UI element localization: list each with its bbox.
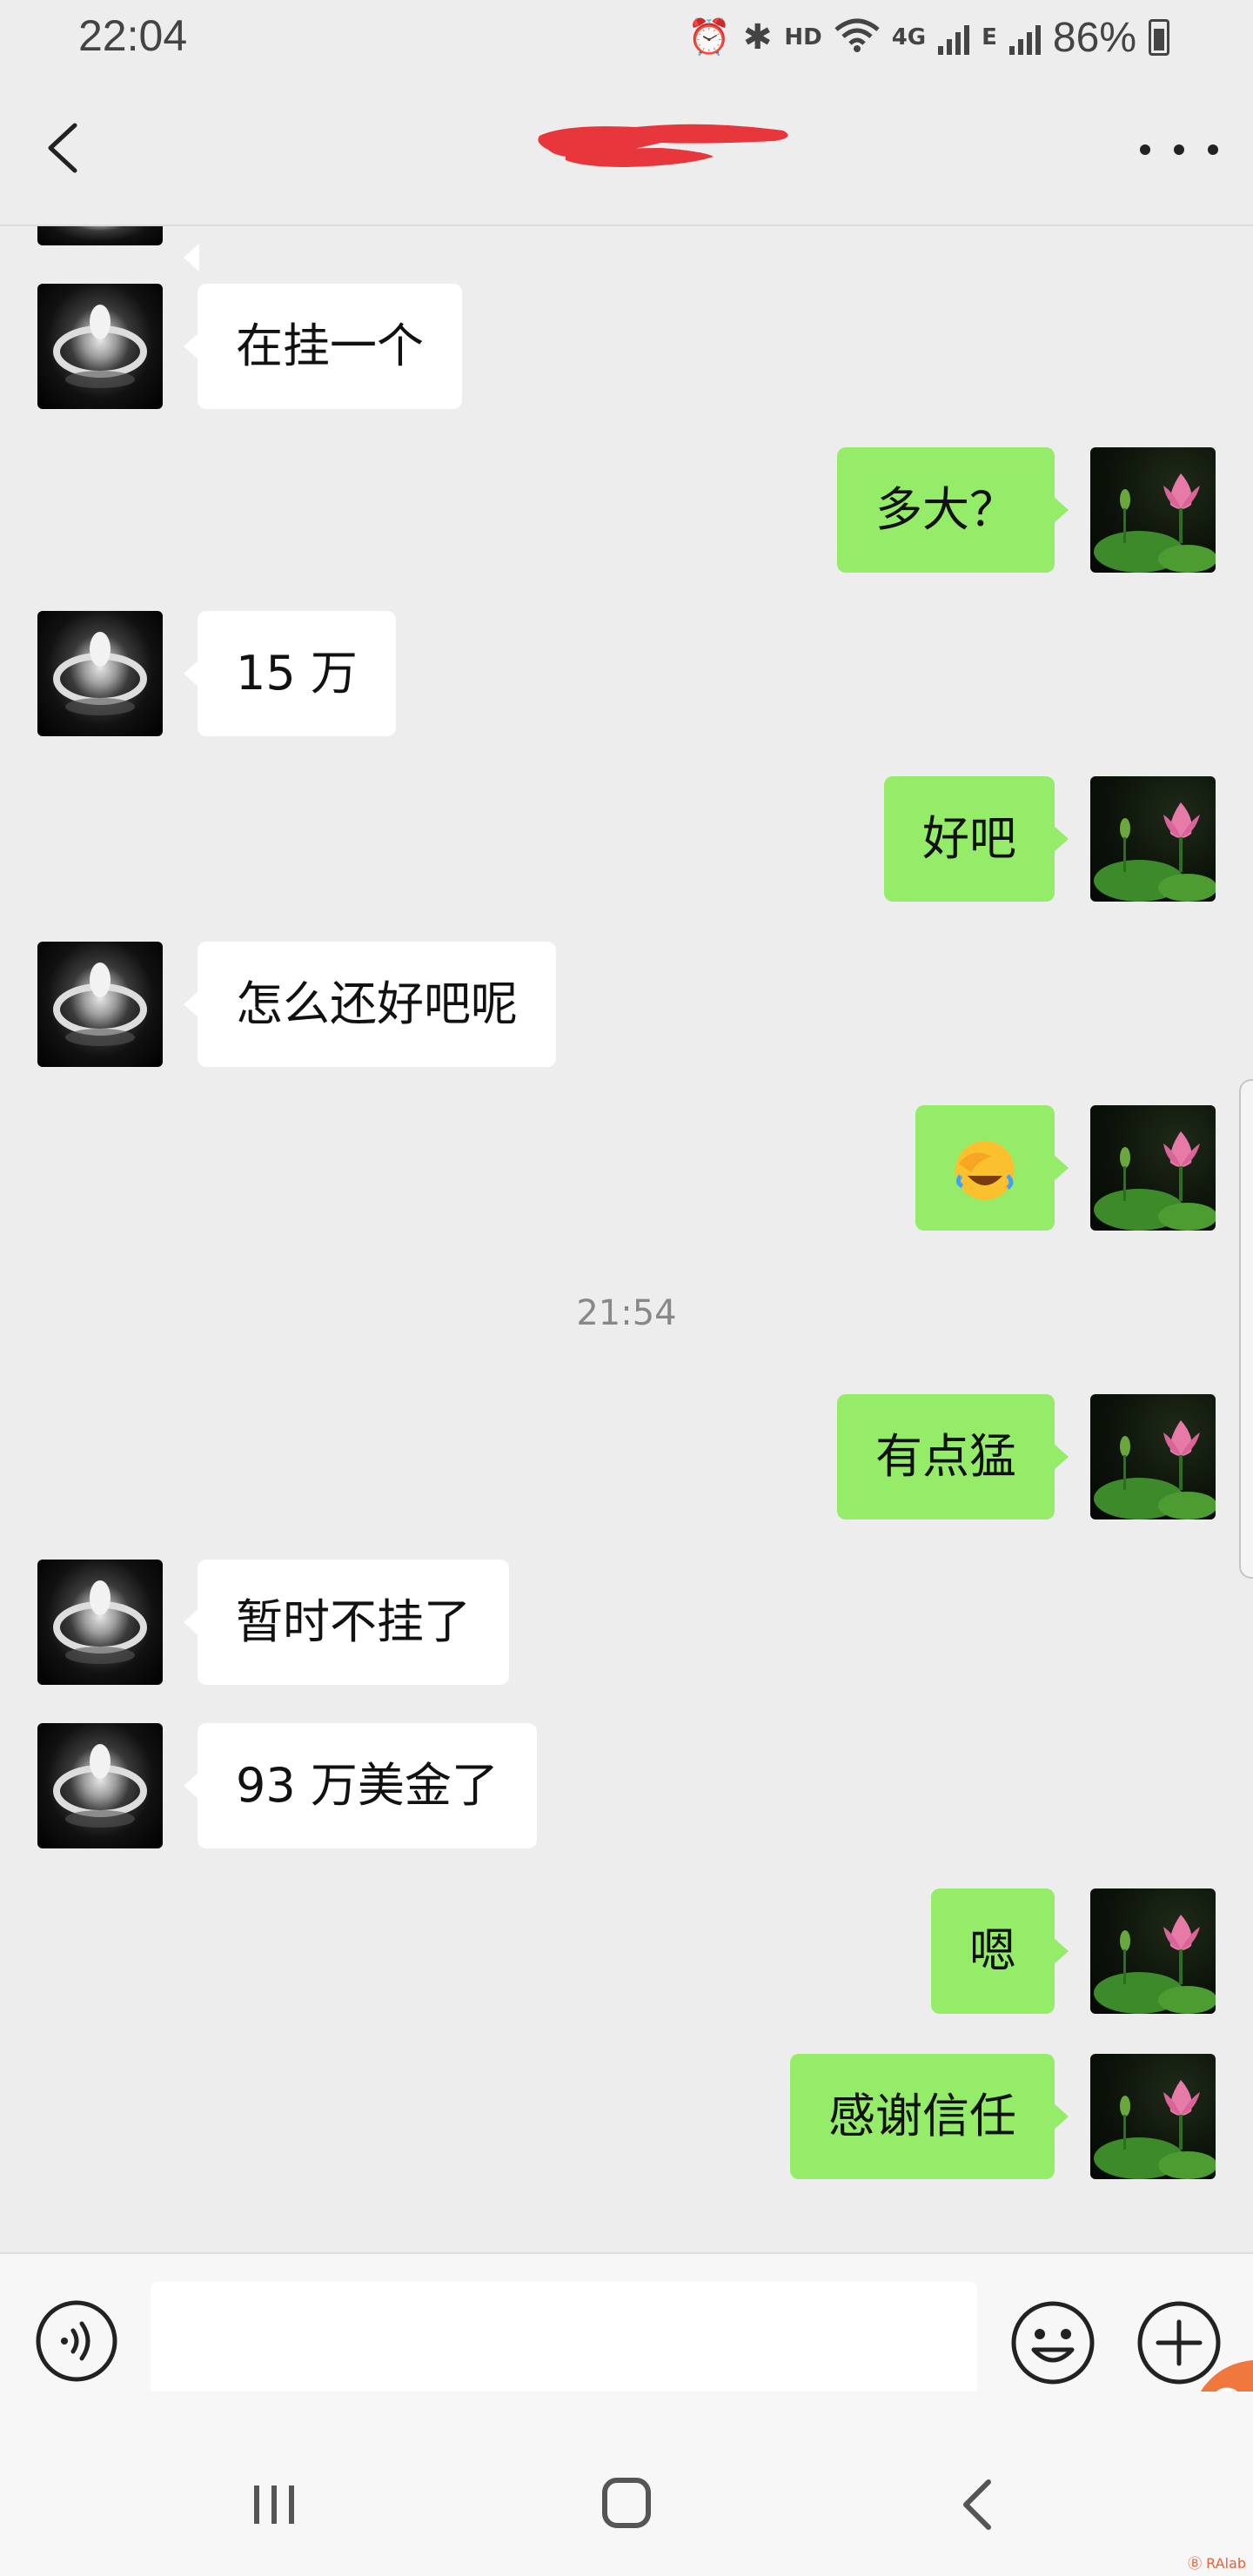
scroll-indicator[interactable] bbox=[1239, 1079, 1253, 1579]
chat-input-bar bbox=[0, 2252, 1253, 2405]
signal-icon-2 bbox=[1008, 20, 1041, 55]
ring-avatar[interactable] bbox=[37, 1560, 163, 1685]
back-icon bbox=[963, 2479, 991, 2530]
home-button[interactable] bbox=[587, 2470, 666, 2539]
lotus-avatar[interactable] bbox=[1090, 1105, 1216, 1231]
lotus-avatar[interactable] bbox=[1090, 1394, 1216, 1519]
watermark: Ⓑ RAlab bbox=[1188, 2555, 1246, 2572]
message-bubble[interactable]: 暂时不挂了 bbox=[184, 1560, 509, 1685]
message-bubble[interactable]: 93 万美金了 bbox=[184, 1723, 537, 1848]
lotus-avatar[interactable] bbox=[1090, 776, 1216, 902]
network2-label: E bbox=[982, 24, 997, 50]
message-bubble[interactable]: 嗯 bbox=[931, 1888, 1069, 2014]
voice-button[interactable] bbox=[35, 2299, 118, 2383]
chat-timestamp: 21:54 bbox=[576, 1293, 677, 1333]
battery-percent: 86% bbox=[1052, 14, 1136, 61]
status-time: 22:04 bbox=[78, 11, 188, 60]
network-label: 4G bbox=[891, 24, 927, 50]
chat-message-list[interactable]: 在挂一个 多大？ 15 万 好吧 怎么还好吧呢 21:54 有点猛 暂时不挂了 … bbox=[0, 226, 1253, 2252]
message-bubble[interactable]: 15 万 bbox=[184, 611, 396, 736]
recent-apps-icon bbox=[254, 2485, 294, 2524]
system-nav-bar: Ⓑ RAlab bbox=[0, 2392, 1253, 2576]
lotus-avatar[interactable] bbox=[1090, 2054, 1216, 2179]
message-bubble[interactable]: 好吧 bbox=[884, 776, 1069, 902]
chevron-left-icon bbox=[48, 123, 77, 173]
home-icon bbox=[602, 2478, 651, 2528]
lotus-avatar[interactable] bbox=[1090, 447, 1216, 573]
ring-avatar[interactable] bbox=[37, 1723, 163, 1848]
chat-header bbox=[0, 75, 1253, 226]
ring-avatar[interactable] bbox=[37, 942, 163, 1067]
emoji-button[interactable] bbox=[1009, 2299, 1096, 2386]
wifi-icon bbox=[834, 17, 880, 58]
facepalm-laugh-emoji bbox=[955, 1141, 1015, 1201]
lotus-avatar[interactable] bbox=[1090, 1888, 1216, 2014]
status-bar: 22:04 ⏰ ✱ HD 4G E 86% bbox=[0, 0, 1253, 75]
ring-avatar[interactable] bbox=[37, 284, 163, 409]
back-button[interactable] bbox=[31, 113, 101, 183]
message-bubble[interactable]: 感谢信任 bbox=[790, 2054, 1069, 2179]
message-bubble[interactable]: 有点猛 bbox=[837, 1394, 1069, 1519]
message-input[interactable] bbox=[151, 2282, 977, 2405]
battery-icon bbox=[1149, 19, 1169, 56]
back-nav-button[interactable] bbox=[940, 2470, 1018, 2539]
message-bubble[interactable]: 在挂一个 bbox=[184, 284, 462, 409]
voice-icon bbox=[36, 2300, 117, 2382]
ring-avatar[interactable] bbox=[37, 611, 163, 736]
signal-icon bbox=[938, 20, 970, 55]
recent-apps-button[interactable] bbox=[235, 2470, 313, 2539]
hd-label: HD bbox=[784, 24, 822, 50]
message-bubble[interactable]: 怎么还好吧呢 bbox=[184, 942, 556, 1067]
message-bubble[interactable]: 多大？ bbox=[837, 447, 1069, 573]
bluetooth-icon: ✱ bbox=[742, 17, 773, 57]
chat-title-redacted bbox=[531, 118, 801, 172]
emoji-icon bbox=[1011, 2301, 1095, 2385]
status-indicators: ⏰ ✱ HD 4G E 86% bbox=[687, 9, 1169, 66]
alarm-icon: ⏰ bbox=[687, 17, 731, 57]
ring-avatar[interactable] bbox=[37, 226, 163, 245]
more-options-button[interactable] bbox=[1140, 124, 1218, 176]
message-bubble-emoji[interactable] bbox=[915, 1105, 1069, 1231]
